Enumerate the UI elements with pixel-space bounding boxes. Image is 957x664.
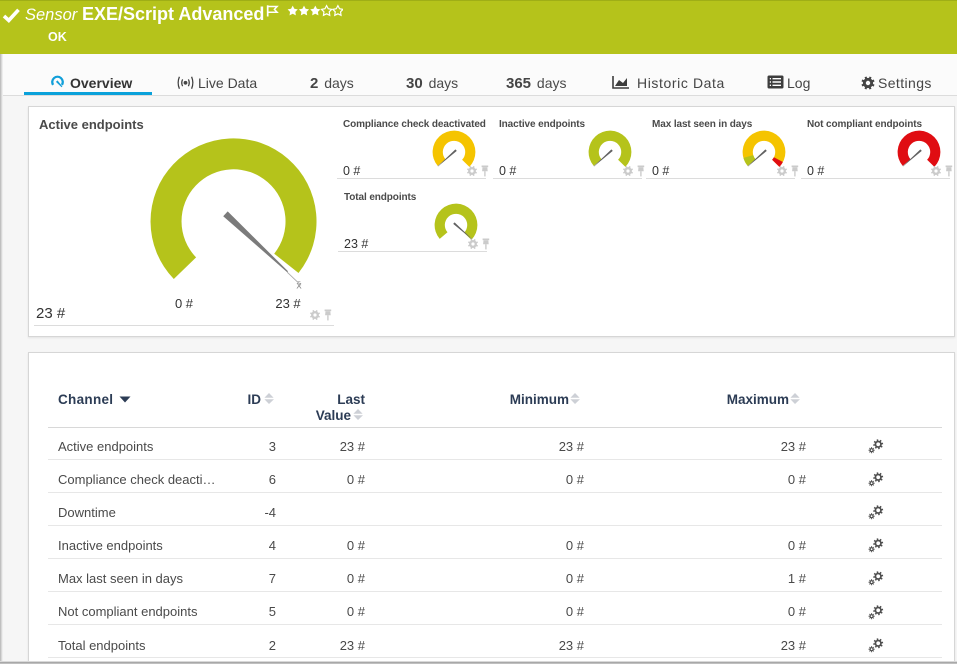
svg-text:x̄: x̄ bbox=[296, 280, 302, 292]
